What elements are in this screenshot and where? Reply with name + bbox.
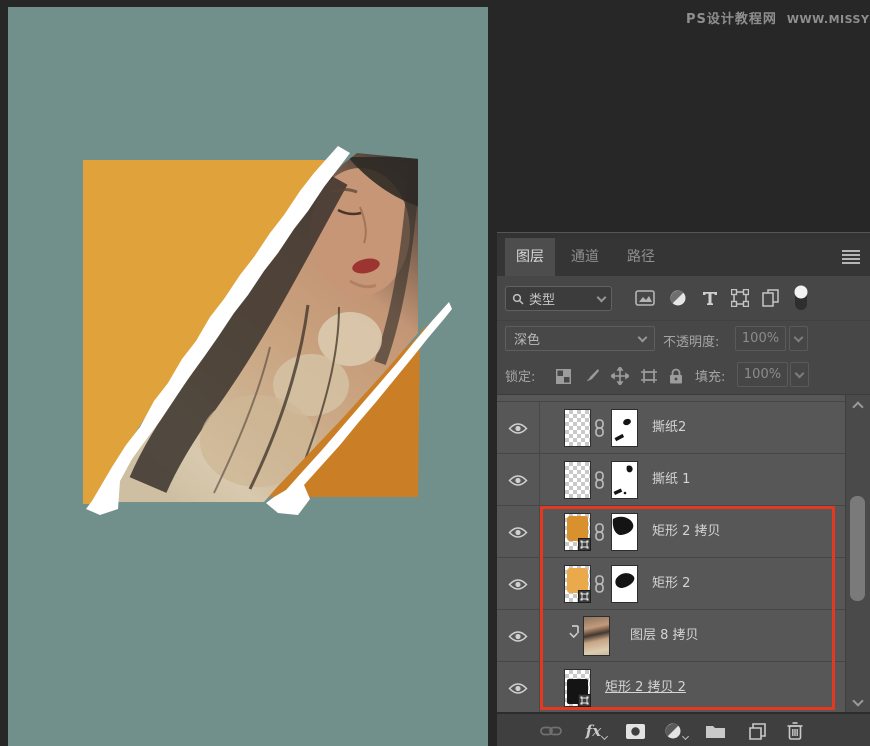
eye-icon — [508, 474, 528, 487]
chevron-down-icon — [597, 292, 607, 302]
layer-mask-thumbnail[interactable] — [611, 409, 638, 447]
torn-paper-artwork — [8, 7, 488, 746]
layer-name[interactable]: 撕纸2 — [652, 402, 686, 454]
blend-mode-select[interactable]: 深色 — [505, 326, 655, 351]
visibility-toggle[interactable] — [497, 506, 540, 558]
layer-thumbnail[interactable] — [564, 461, 591, 499]
panel-menu-icon[interactable] — [842, 250, 860, 264]
lock-label: 锁定: — [505, 366, 535, 385]
eye-icon — [508, 682, 528, 695]
layer-thumbnail[interactable] — [564, 409, 591, 447]
search-icon — [512, 293, 524, 305]
eye-icon — [508, 526, 528, 539]
lock-fill-row: 锁定: 填充: 100% — [497, 357, 870, 394]
panel-tab-bar: 图层 通道 路径 — [497, 238, 870, 276]
layer-name[interactable]: 撕纸 1 — [652, 454, 690, 506]
link-icon — [594, 471, 605, 489]
layer-filter-row: 类型 — [497, 276, 870, 320]
image-filter-icon[interactable] — [633, 287, 657, 309]
layer-filter-type-select[interactable]: 类型 — [505, 286, 612, 311]
chevron-down-icon — [601, 732, 608, 739]
text-filter-icon[interactable] — [698, 287, 722, 309]
chevron-down-icon — [638, 332, 648, 342]
opacity-label: 不透明度: — [663, 331, 719, 350]
layer-row[interactable]: 撕纸 1 — [497, 454, 848, 506]
opacity-dropdown-button[interactable] — [789, 326, 808, 351]
eye-icon — [508, 630, 528, 643]
chevron-down-icon — [681, 732, 688, 739]
eye-icon — [508, 578, 528, 591]
eye-icon — [508, 422, 528, 435]
document-canvas[interactable] — [8, 7, 488, 746]
fill-value: 100% — [744, 367, 781, 382]
filter-type-value: 类型 — [529, 289, 593, 308]
delete-layer-icon[interactable] — [781, 719, 809, 743]
visibility-toggle[interactable] — [497, 558, 540, 610]
visibility-toggle[interactable] — [497, 662, 540, 712]
partial-layer-row — [497, 395, 848, 402]
fill-label: 填充: — [695, 366, 725, 385]
layers-panel-footer: fx — [497, 712, 870, 746]
fill-dropdown-button[interactable] — [790, 362, 809, 387]
lock-all-icon[interactable] — [665, 366, 687, 386]
link-layers-icon[interactable] — [537, 719, 565, 743]
smart-object-filter-icon[interactable] — [758, 287, 782, 309]
visibility-toggle[interactable] — [497, 610, 540, 662]
tab-channels[interactable]: 通道 — [559, 238, 611, 276]
watermark: PS设计教程网 WWW.MISSYUAN.NET — [686, 8, 870, 27]
scroll-up-icon[interactable] — [852, 401, 863, 412]
blend-opacity-row: 深色 不透明度: 100% — [497, 320, 870, 357]
adjustment-filter-icon[interactable] — [666, 287, 690, 309]
filter-toggle-switch[interactable] — [789, 287, 813, 309]
adjustment-layer-icon[interactable] — [661, 719, 689, 743]
layer-style-fx-icon[interactable]: fx — [582, 719, 610, 743]
visibility-toggle[interactable] — [497, 454, 540, 506]
chevron-down-icon — [794, 332, 804, 342]
opacity-value: 100% — [742, 331, 779, 346]
blend-mode-value: 深色 — [514, 329, 639, 348]
link-icon — [594, 419, 605, 437]
fx-label: fx — [586, 722, 601, 740]
layer-row[interactable]: 撕纸2 — [497, 402, 848, 454]
lock-transparency-icon[interactable] — [552, 366, 574, 386]
annotation-highlight-box — [540, 506, 835, 710]
layer-list-scrollbar[interactable] — [845, 395, 870, 712]
new-group-icon[interactable] — [701, 719, 729, 743]
layer-mask-thumbnail[interactable] — [611, 461, 638, 499]
chevron-down-icon — [795, 368, 805, 378]
tab-paths[interactable]: 路径 — [615, 238, 667, 276]
fill-input[interactable]: 100% — [737, 362, 788, 387]
add-mask-icon[interactable] — [621, 719, 649, 743]
lock-position-icon[interactable] — [609, 366, 631, 386]
watermark-site-name: PS设计教程网 — [686, 8, 777, 27]
tab-layers[interactable]: 图层 — [505, 238, 555, 276]
lock-artboard-icon[interactable] — [638, 366, 660, 386]
new-layer-icon[interactable] — [743, 719, 771, 743]
lock-pixels-icon[interactable] — [581, 366, 603, 386]
photoshop-workspace: PS设计教程网 WWW.MISSYUAN.NET — [0, 0, 870, 746]
visibility-toggle[interactable] — [497, 402, 540, 454]
scroll-down-icon[interactable] — [852, 695, 863, 706]
watermark-site-url: WWW.MISSYUAN.NET — [787, 13, 870, 26]
opacity-input[interactable]: 100% — [735, 326, 786, 351]
scrollbar-thumb[interactable] — [850, 496, 865, 601]
shape-filter-icon[interactable] — [728, 287, 752, 309]
